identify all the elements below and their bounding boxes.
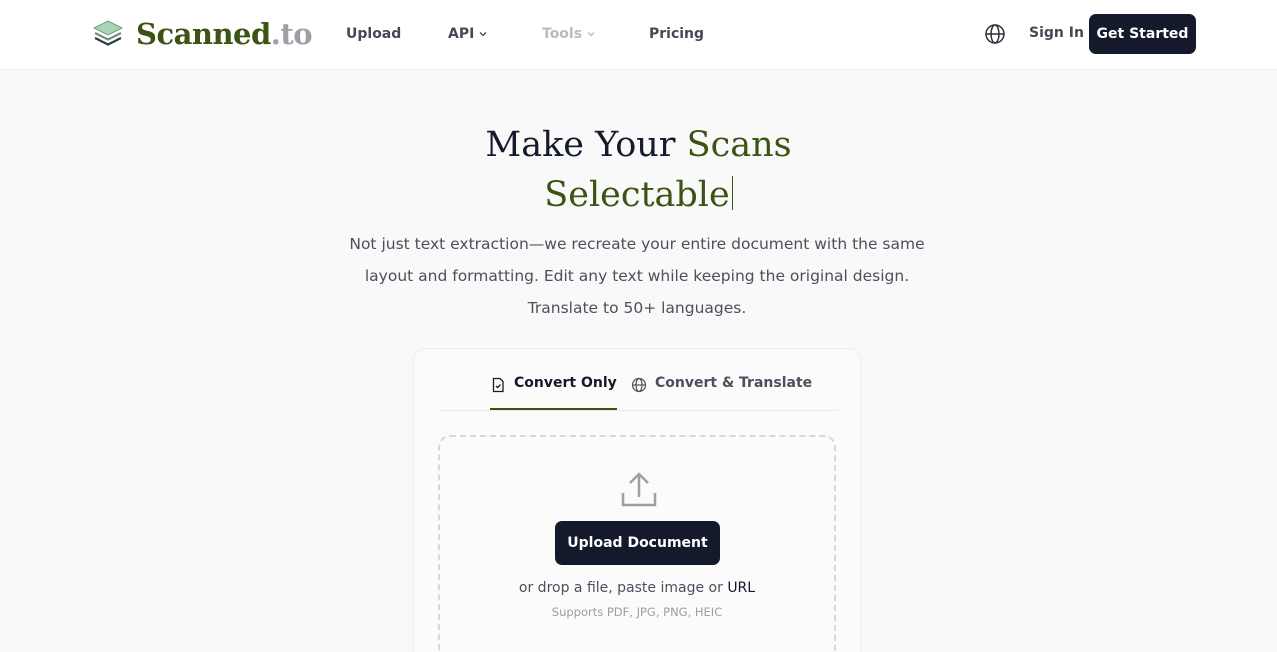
site-header: Scanned.to Upload API Tools Pricing Sign… (0, 0, 1277, 70)
hero-subtitle: Not just text extraction—we recreate you… (349, 235, 925, 317)
typing-cursor (731, 176, 733, 210)
chevron-down-icon (587, 32, 595, 37)
globe-icon[interactable] (984, 23, 1006, 45)
chevron-down-icon (479, 32, 487, 37)
layers-logo-icon (92, 20, 124, 46)
sign-in-link[interactable]: Sign In (1029, 25, 1084, 41)
supported-formats: Supports PDF, JPG, PNG, HEIC (551, 605, 723, 619)
nav-tools[interactable]: Tools (542, 26, 595, 42)
get-started-button[interactable]: Get Started (1089, 14, 1196, 54)
tab-convert-translate[interactable]: Convert & Translate (631, 375, 812, 409)
url-link[interactable]: URL (727, 580, 755, 596)
nav-pricing[interactable]: Pricing (649, 26, 704, 42)
logo[interactable]: Scanned.to (92, 14, 313, 54)
tab-convert-only[interactable]: Convert Only (490, 375, 617, 410)
globe-icon (631, 377, 647, 393)
nav-api[interactable]: API (448, 26, 487, 42)
upload-document-button[interactable]: Upload Document (555, 521, 720, 565)
drop-instructions: or drop a file, paste image or URL (518, 580, 756, 596)
drop-zone[interactable]: Upload Document or drop a file, paste im… (438, 435, 836, 652)
upload-icon (621, 472, 657, 507)
hero-title: Make Your Scans Selectable (0, 120, 1277, 220)
document-check-icon (492, 377, 504, 393)
upload-card: Convert Only Convert & Translate Upload … (413, 348, 861, 652)
hero-title-line2: Selectable (0, 170, 1277, 220)
mode-tabs: Convert Only Convert & Translate (438, 349, 838, 411)
nav-upload[interactable]: Upload (346, 26, 401, 42)
logo-text: Scanned.to (136, 17, 313, 51)
hero-title-line1: Make Your Scans (485, 125, 792, 165)
